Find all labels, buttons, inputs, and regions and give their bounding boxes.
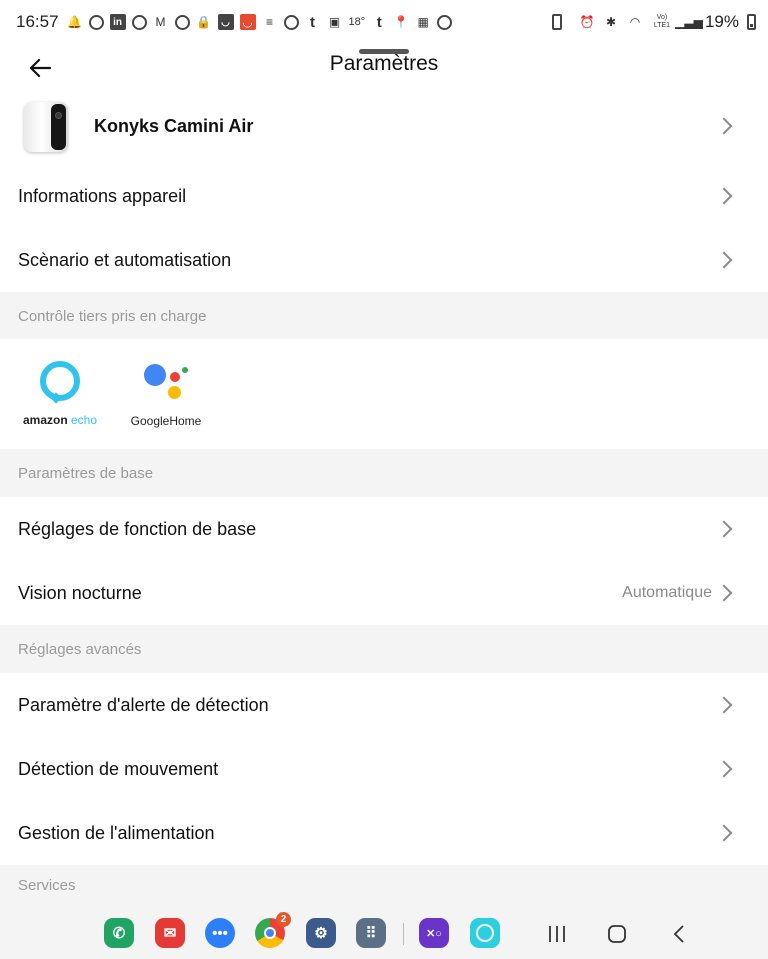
power-management-label: Gestion de l'alimentation — [18, 822, 215, 843]
chrome-icon — [88, 14, 104, 30]
circle-app-icon[interactable] — [470, 918, 500, 948]
mcdonalds-icon: M — [155, 15, 166, 29]
battery-icon — [747, 14, 756, 30]
chevron-right-icon — [715, 760, 733, 778]
chrome-app-icon[interactable]: 2 — [255, 912, 291, 948]
device-row[interactable]: Konyks Camini Air — [0, 90, 768, 162]
basic-functions-row[interactable]: Réglages de fonction de base — [0, 497, 768, 561]
section-third-party: Contrôle tiers pris en charge — [0, 292, 768, 340]
amazon-echo-label: amazon echo — [23, 413, 97, 427]
tumblr-icon: t — [310, 13, 316, 31]
night-vision-value: Automatique — [622, 584, 712, 601]
recycle-icon — [552, 14, 562, 30]
shopping-bag-icon: ◡ — [217, 14, 234, 30]
motion-detection-label: Détection de mouvement — [18, 758, 219, 779]
device-info-row[interactable]: Informations appareil — [0, 164, 768, 228]
camera-image — [24, 98, 70, 154]
app-drawer-icon[interactable]: ⠿ — [356, 918, 386, 948]
power-management-row[interactable]: Gestion de l'alimentation — [0, 801, 768, 865]
settings-app-icon[interactable]: ⚙ — [306, 918, 336, 948]
back-button[interactable] — [22, 50, 58, 86]
chrome-icon — [174, 14, 190, 30]
home-text: Home — [169, 414, 202, 428]
detection-alert-row[interactable]: Paramètre d'alerte de détection — [0, 673, 768, 737]
tumblr-icon: t — [376, 13, 382, 31]
amazon-text: amazon — [22, 413, 68, 427]
night-vision-row[interactable]: Vision nocturne Automatique — [0, 561, 768, 625]
battery-percent: 19% — [704, 12, 739, 31]
recent-apps-icon — [549, 926, 565, 942]
google-home-link[interactable]: GoogleHome — [128, 360, 204, 428]
lock-icon: 🔒 — [196, 15, 212, 29]
pokeball-icon — [283, 14, 299, 30]
section-advanced: Réglages avancés — [0, 625, 768, 673]
chevron-right-icon — [715, 187, 733, 205]
section-services: Services — [0, 865, 768, 905]
alarm-icon: ⏰ — [579, 15, 595, 29]
app-header: Paramètres — [0, 42, 768, 86]
device-info-label: Informations appareil — [18, 185, 187, 206]
recent-apps-button[interactable] — [544, 921, 570, 947]
dock-divider — [403, 923, 404, 945]
image-icon: ▣ — [328, 15, 341, 29]
calendar-icon: ▦ — [417, 15, 429, 29]
messages-app-icon[interactable]: ••• — [205, 918, 235, 948]
chevron-right-icon — [715, 696, 733, 714]
circle-icon — [437, 14, 453, 30]
notification-badge: 2 — [276, 912, 291, 927]
chevron-left-icon — [673, 925, 684, 943]
nav-back-button[interactable] — [666, 921, 692, 947]
game-launcher-icon[interactable]: ✕○ — [419, 918, 449, 948]
google-text: Google — [130, 414, 170, 428]
bluetooth-icon: ✱ — [605, 15, 616, 29]
aliexpress-icon: ◡ — [239, 14, 256, 30]
status-time: 16:57 — [16, 12, 59, 31]
phone-app-icon[interactable]: ✆ — [104, 918, 134, 948]
location-pin-icon: 📍 — [393, 15, 409, 29]
signal-icon: ▁▃▅ — [675, 15, 703, 29]
chevron-right-icon — [715, 117, 733, 135]
chrome-icon — [131, 14, 147, 30]
flipboard-icon: ≡ — [266, 15, 274, 29]
amazon-echo-link[interactable]: amazon echo — [22, 361, 98, 427]
scenario-row[interactable]: Scènario et automatisation — [0, 228, 768, 292]
detection-alert-label: Paramètre d'alerte de détection — [18, 694, 269, 715]
echo-text: echo — [71, 413, 98, 427]
status-bar: 16:57 🔔 in M 🔒 ◡ ◡ ≡ t ▣ 18° t 📍 ▦ ⏰ ✱ ◠… — [0, 0, 768, 44]
chevron-right-icon — [715, 584, 733, 602]
page-title: Paramètres — [329, 52, 439, 75]
chevron-right-icon — [715, 824, 733, 842]
scenario-label: Scènario et automatisation — [18, 249, 232, 270]
google-assistant-icon — [142, 360, 190, 400]
wifi-icon: ◠ — [629, 15, 641, 29]
notification-icons: 🔔 in M 🔒 ◡ ◡ ≡ t ▣ 18° t 📍 ▦ — [67, 13, 453, 31]
linkedin-icon: in — [109, 14, 126, 30]
google-home-label: GoogleHome — [131, 414, 202, 428]
temperature-text: 18° — [348, 16, 366, 28]
chevron-right-icon — [715, 520, 733, 538]
taskbar: ✆ ✉ ••• 2 ⚙ ⠿ ✕○ — [0, 903, 768, 959]
home-icon — [608, 925, 626, 943]
night-vision-label: Vision nocturne — [18, 582, 142, 603]
volte-icon: Vo) LTE1 — [653, 14, 671, 29]
section-basic-settings: Paramètres de base — [0, 449, 768, 497]
mail-app-icon[interactable]: ✉ — [155, 918, 185, 948]
device-name: Konyks Camini Air — [94, 115, 254, 136]
third-party-integrations: amazon echo GoogleHome — [0, 339, 768, 449]
alexa-icon — [40, 361, 80, 401]
motion-detection-row[interactable]: Détection de mouvement — [0, 737, 768, 801]
home-button[interactable] — [604, 921, 630, 947]
arrow-left-icon — [29, 58, 51, 78]
basic-functions-label: Réglages de fonction de base — [18, 518, 257, 539]
chevron-right-icon — [715, 251, 733, 269]
bell-icon: 🔔 — [67, 15, 83, 29]
system-icons: ⏰ ✱ ◠ Vo) LTE1 ▁▃▅ 19% — [579, 0, 756, 44]
